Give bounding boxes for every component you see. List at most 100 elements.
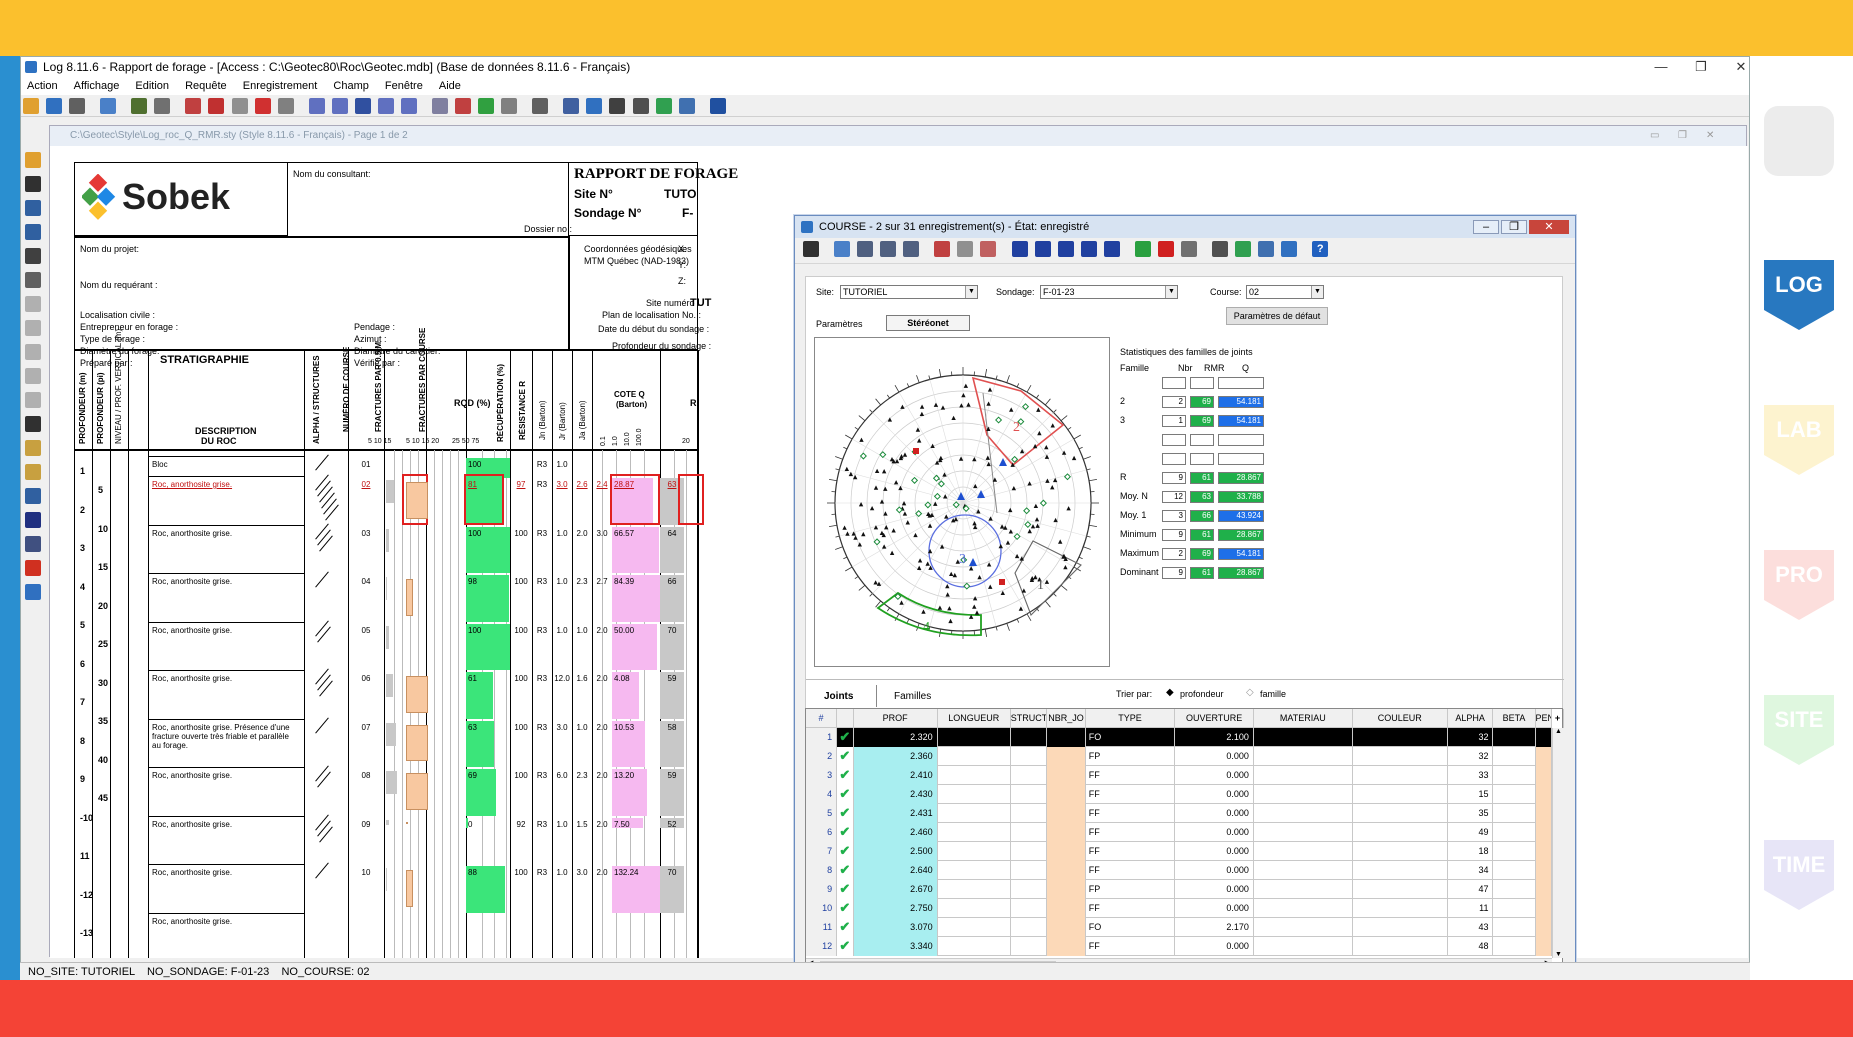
table-icon[interactable] [185, 98, 202, 114]
menu-enregistrement[interactable]: Enregistrement [243, 80, 318, 92]
joint-type[interactable]: FF [1086, 842, 1176, 861]
joint-alpha[interactable]: 33 [1448, 766, 1494, 785]
course-filter-icon[interactable] [957, 241, 974, 257]
course-report-icon[interactable] [1212, 241, 1228, 257]
joint-longueur[interactable] [938, 937, 1011, 956]
joint-prof[interactable]: 2.430 [853, 785, 938, 804]
folder-icon[interactable] [25, 152, 41, 168]
grid-header-cell[interactable]: STRUCT [1011, 709, 1048, 728]
joint-longueur[interactable] [938, 918, 1011, 937]
joint-nbr[interactable] [1047, 842, 1086, 861]
joint-type[interactable]: FF [1086, 937, 1176, 956]
joint-pen[interactable] [1535, 899, 1552, 918]
joint-ouverture[interactable]: 0.000 [1175, 861, 1254, 880]
joint-pen[interactable] [1535, 823, 1552, 842]
joint-materiau[interactable] [1254, 804, 1353, 823]
joint-beta[interactable] [1493, 842, 1536, 861]
doc-close-button[interactable]: ✕ [1706, 126, 1714, 146]
joint-pen[interactable] [1535, 785, 1552, 804]
joint-prof[interactable]: 3.070 [853, 918, 938, 937]
menu-champ[interactable]: Champ [333, 80, 368, 92]
course-add-icon[interactable] [1134, 241, 1151, 257]
course-layers-icon[interactable] [1235, 241, 1252, 257]
joint-beta[interactable] [1493, 747, 1536, 766]
menu-aide[interactable]: Aide [439, 80, 461, 92]
joint-materiau[interactable] [1254, 785, 1353, 804]
copy-icon[interactable] [609, 98, 626, 114]
site-dropdown-icon[interactable]: ▼ [965, 286, 977, 298]
joint-alpha[interactable]: 49 [1448, 823, 1494, 842]
joint-ouverture[interactable]: 0.000 [1175, 766, 1254, 785]
joint-beta[interactable] [1493, 804, 1536, 823]
next-record-icon[interactable] [377, 98, 394, 114]
joint-pen[interactable] [1535, 880, 1552, 899]
report-icon[interactable] [532, 98, 549, 114]
grid-header-cell[interactable]: OUVERTURE [1175, 709, 1254, 728]
joint-struct[interactable] [1011, 918, 1048, 937]
joint-struct[interactable] [1011, 842, 1048, 861]
joint-row[interactable]: 5 ✔ 2.431 FF 0.000 35 [806, 804, 1552, 823]
panel-icon[interactable] [25, 200, 41, 216]
course-query-icon[interactable] [934, 241, 951, 257]
save-icon[interactable] [25, 176, 41, 192]
joint-longueur[interactable] [938, 880, 1011, 899]
doc-maximize-button[interactable]: ❐ [1678, 126, 1687, 146]
joint-type[interactable]: FF [1086, 766, 1176, 785]
course-minimize-button[interactable]: – [1473, 220, 1499, 234]
link-icon[interactable] [678, 98, 695, 114]
joint-row[interactable]: 8 ✔ 2.640 FF 0.000 34 [806, 861, 1552, 880]
goto-record-icon[interactable] [354, 98, 371, 114]
map-icon[interactable] [432, 98, 448, 114]
course-delete-icon[interactable] [1157, 241, 1174, 257]
tab-familles[interactable]: Familles [894, 691, 931, 702]
joint-struct[interactable] [1011, 785, 1048, 804]
joint-prof[interactable]: 2.670 [853, 880, 938, 899]
joint-ouverture[interactable]: 0.000 [1175, 880, 1254, 899]
course-export-icon[interactable] [1281, 241, 1298, 257]
vertical-scrollbar[interactable]: ▲ ▼ [1552, 728, 1564, 958]
joint-pen[interactable] [1535, 728, 1552, 747]
layers-icon[interactable] [655, 98, 672, 114]
joint-longueur[interactable] [938, 766, 1011, 785]
joint-longueur[interactable] [938, 823, 1011, 842]
joint-couleur[interactable] [1353, 861, 1448, 880]
module-log[interactable]: LOG [1764, 260, 1834, 330]
course-first-icon[interactable] [1011, 241, 1028, 257]
joint-row[interactable]: 2 ✔ 2.360 FP 0.000 32 [806, 747, 1552, 766]
course-select[interactable]: 02 ▼ [1246, 285, 1324, 299]
joint-nbr[interactable] [1047, 918, 1086, 937]
joint-couleur[interactable] [1353, 747, 1448, 766]
symbol-icon[interactable] [25, 512, 41, 528]
joint-couleur[interactable] [1353, 823, 1448, 842]
joint-nbr[interactable] [1047, 785, 1086, 804]
grid-header-cell[interactable]: ALPHA [1448, 709, 1494, 728]
joint-alpha[interactable]: 48 [1448, 937, 1494, 956]
joint-prof[interactable]: 3.340 [853, 937, 938, 956]
module-lab[interactable]: LAB [1764, 405, 1834, 475]
joint-longueur[interactable] [938, 861, 1011, 880]
wizard-icon[interactable] [709, 98, 726, 114]
joint-type[interactable]: FF [1086, 823, 1176, 842]
joint-materiau[interactable] [1254, 861, 1353, 880]
doc-minimize-button[interactable]: ▭ [1650, 126, 1659, 146]
joint-nbr[interactable] [1047, 766, 1086, 785]
joint-nbr[interactable] [1047, 899, 1086, 918]
joint-prof[interactable]: 2.410 [853, 766, 938, 785]
joint-row[interactable]: 10 ✔ 2.750 FF 0.000 11 [806, 899, 1552, 918]
joint-ouverture[interactable]: 0.000 [1175, 842, 1254, 861]
joint-alpha[interactable]: 34 [1448, 861, 1494, 880]
percent-icon[interactable] [154, 98, 171, 114]
joint-couleur[interactable] [1353, 880, 1448, 899]
joint-pen[interactable] [1535, 766, 1552, 785]
joint-beta[interactable] [1493, 937, 1536, 956]
joint-pen[interactable] [1535, 804, 1552, 823]
menu-requete[interactable]: Requête [185, 80, 227, 92]
last-record-icon[interactable] [400, 98, 417, 114]
field-icon[interactable] [25, 416, 41, 432]
joint-type[interactable]: FP [1086, 880, 1176, 899]
joint-alpha[interactable]: 47 [1448, 880, 1494, 899]
joint-couleur[interactable] [1353, 918, 1448, 937]
joint-prof[interactable]: 2.750 [853, 899, 938, 918]
joint-materiau[interactable] [1254, 937, 1353, 956]
joint-prof[interactable]: 2.640 [853, 861, 938, 880]
